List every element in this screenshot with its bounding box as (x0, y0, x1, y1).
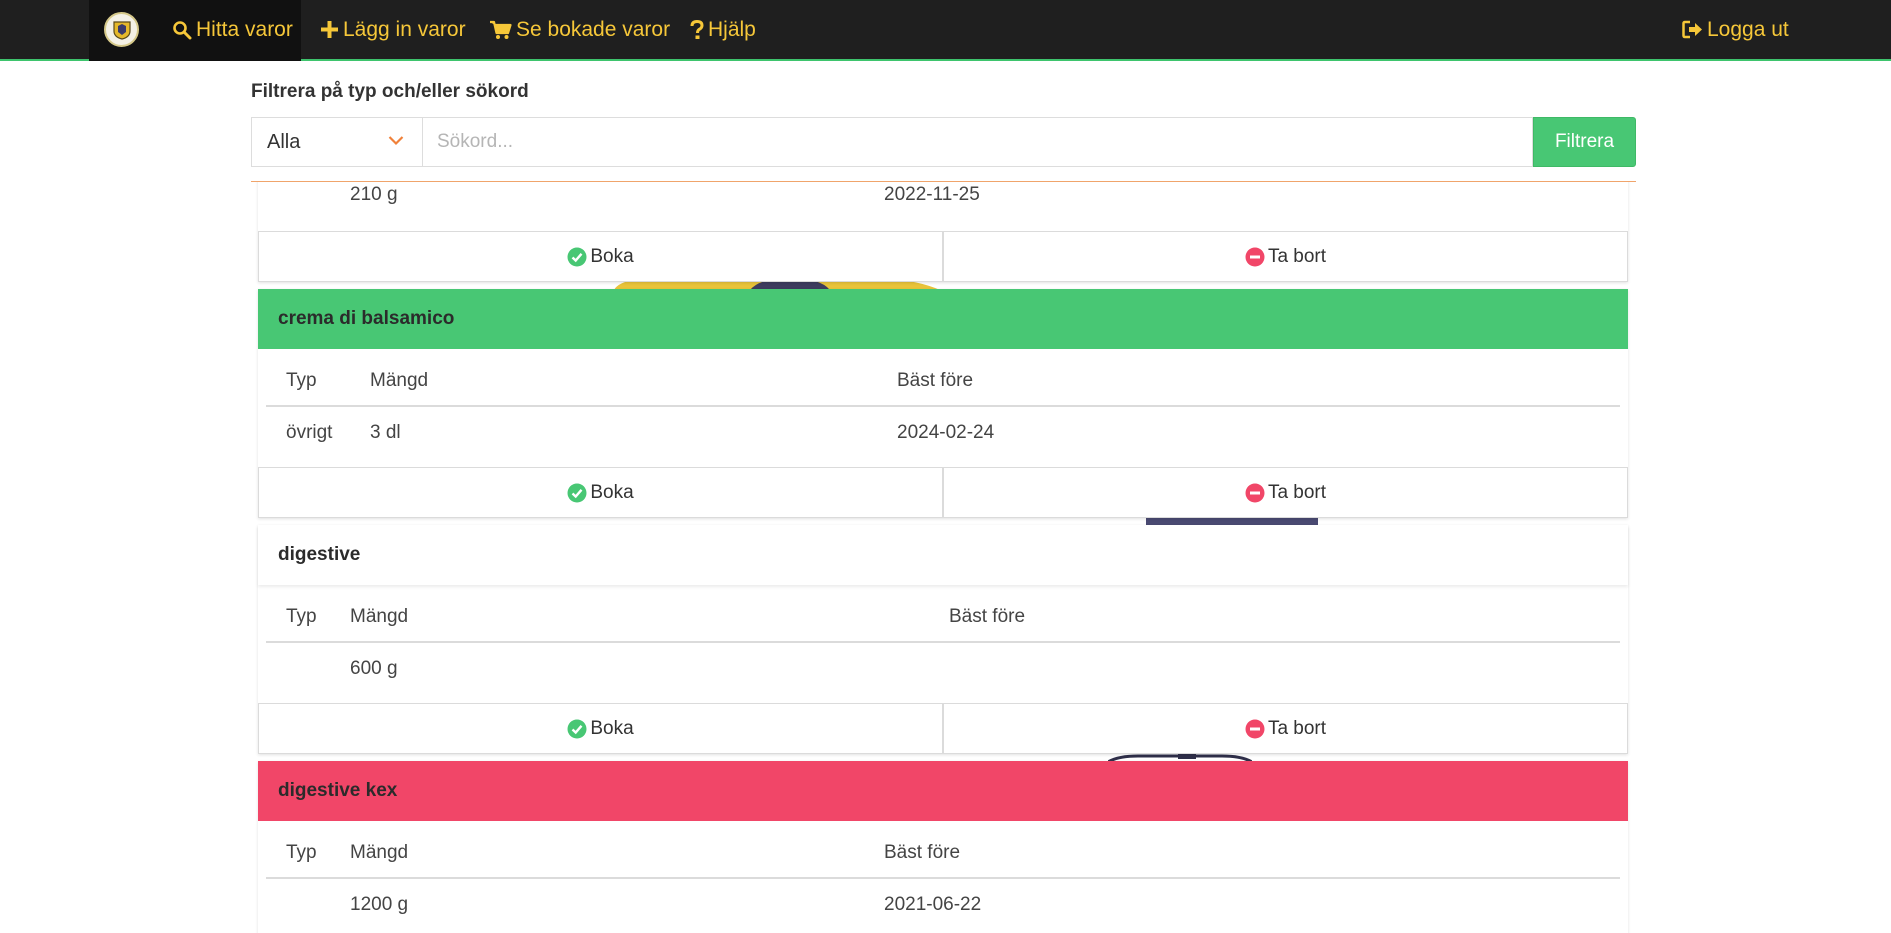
nav-booked-label: Se bokade varor (516, 17, 671, 41)
type-select-value: Alla (267, 130, 301, 153)
remove-label: Ta bort (1267, 245, 1327, 267)
book-label: Boka (590, 245, 634, 267)
minus-circle-icon (1245, 483, 1265, 502)
nav-help[interactable]: Hjälp (690, 0, 756, 59)
item-row: 1200 g 2021-06-22 (266, 880, 1620, 932)
book-button[interactable]: Boka (258, 467, 943, 518)
question-icon (690, 19, 704, 39)
type-select[interactable]: Alla (251, 117, 422, 167)
search-icon (173, 20, 192, 39)
search-input[interactable] (422, 117, 1533, 167)
item-title: digestive (258, 525, 1628, 585)
col-amount: Mängd (370, 370, 429, 391)
remove-label: Ta bort (1267, 481, 1327, 503)
nav-booked-items[interactable]: Se bokade varor (489, 0, 670, 59)
col-amount: Mängd (350, 606, 409, 627)
book-button[interactable]: Boka (258, 231, 943, 282)
item-row: övrigt 3 dl 2024-02-24 (266, 408, 1620, 460)
col-type: Typ (286, 606, 317, 627)
nav-add-label: Lägg in varor (343, 17, 466, 41)
item-table-header: Typ Mängd Bäst före (266, 827, 1620, 879)
book-label: Boka (590, 717, 634, 739)
col-best-before: Bäst före (884, 842, 961, 863)
remove-button[interactable]: Ta bort (943, 467, 1628, 518)
check-circle-icon (567, 247, 587, 266)
col-amount: Mängd (350, 842, 409, 863)
col-type: Typ (286, 370, 317, 391)
item-table-header: Typ Mängd Bäst före (266, 355, 1620, 407)
item-table-header: Typ Mängd Bäst före (266, 591, 1620, 643)
item-type: övrigt (286, 422, 333, 443)
nav-find-label: Hitta varor (196, 17, 293, 41)
item-best-before: 2024-02-24 (897, 422, 995, 443)
col-best-before: Bäst före (949, 606, 1026, 627)
book-button[interactable]: Boka (258, 703, 943, 754)
minus-circle-icon (1245, 247, 1265, 266)
nav-logout-label: Logga ut (1707, 17, 1789, 41)
item-actions: Boka Ta bort (258, 703, 1628, 754)
item-card: digestive Typ Mängd Bäst före 600 g Boka (258, 525, 1628, 754)
item-best-before: 2022-11-25 (884, 184, 980, 205)
nav-add-items[interactable]: Lägg in varor (320, 0, 466, 59)
item-amount: 3 dl (370, 422, 401, 443)
remove-label: Ta bort (1267, 717, 1327, 739)
logo-icon[interactable] (104, 12, 139, 47)
item-row: 600 g (266, 644, 1620, 696)
item-card: digestive kex Typ Mängd Bäst före 1200 g… (258, 761, 1628, 933)
item-amount: 210 g (350, 184, 398, 205)
book-label: Boka (590, 481, 634, 503)
item-card: 210 g 2022-11-25 Boka Ta bort (258, 170, 1628, 282)
item-title: crema di balsamico (258, 289, 1628, 349)
item-amount: 600 g (350, 658, 398, 679)
item-card: crema di balsamico Typ Mängd Bäst före ö… (258, 289, 1628, 518)
nav-help-label: Hjälp (708, 17, 756, 41)
chevron-down-icon (388, 136, 404, 146)
check-circle-icon (567, 483, 587, 502)
item-actions: Boka Ta bort (258, 231, 1628, 282)
col-best-before: Bäst före (897, 370, 974, 391)
remove-button[interactable]: Ta bort (943, 703, 1628, 754)
plus-icon (321, 21, 338, 38)
filter-title: Filtrera på typ och/eller sökord (251, 81, 529, 102)
col-type: Typ (286, 842, 317, 863)
item-actions: Boka Ta bort (258, 467, 1628, 518)
item-best-before: 2021-06-22 (884, 894, 982, 915)
nav-logout[interactable]: Logga ut (1682, 0, 1789, 59)
cart-icon (490, 20, 512, 39)
minus-circle-icon (1245, 719, 1265, 738)
check-circle-icon (567, 719, 587, 738)
filter-panel: Filtrera på typ och/eller sökord Alla Fi… (251, 61, 1636, 182)
item-title: digestive kex (258, 761, 1628, 821)
item-amount: 1200 g (350, 894, 409, 915)
top-navbar: Hitta varor Lägg in varor Se bokade varo… (0, 0, 1891, 61)
filter-button[interactable]: Filtrera (1533, 117, 1636, 167)
logout-icon (1682, 20, 1702, 39)
remove-button[interactable]: Ta bort (943, 231, 1628, 282)
nav-find-items[interactable]: Hitta varor (172, 0, 293, 59)
